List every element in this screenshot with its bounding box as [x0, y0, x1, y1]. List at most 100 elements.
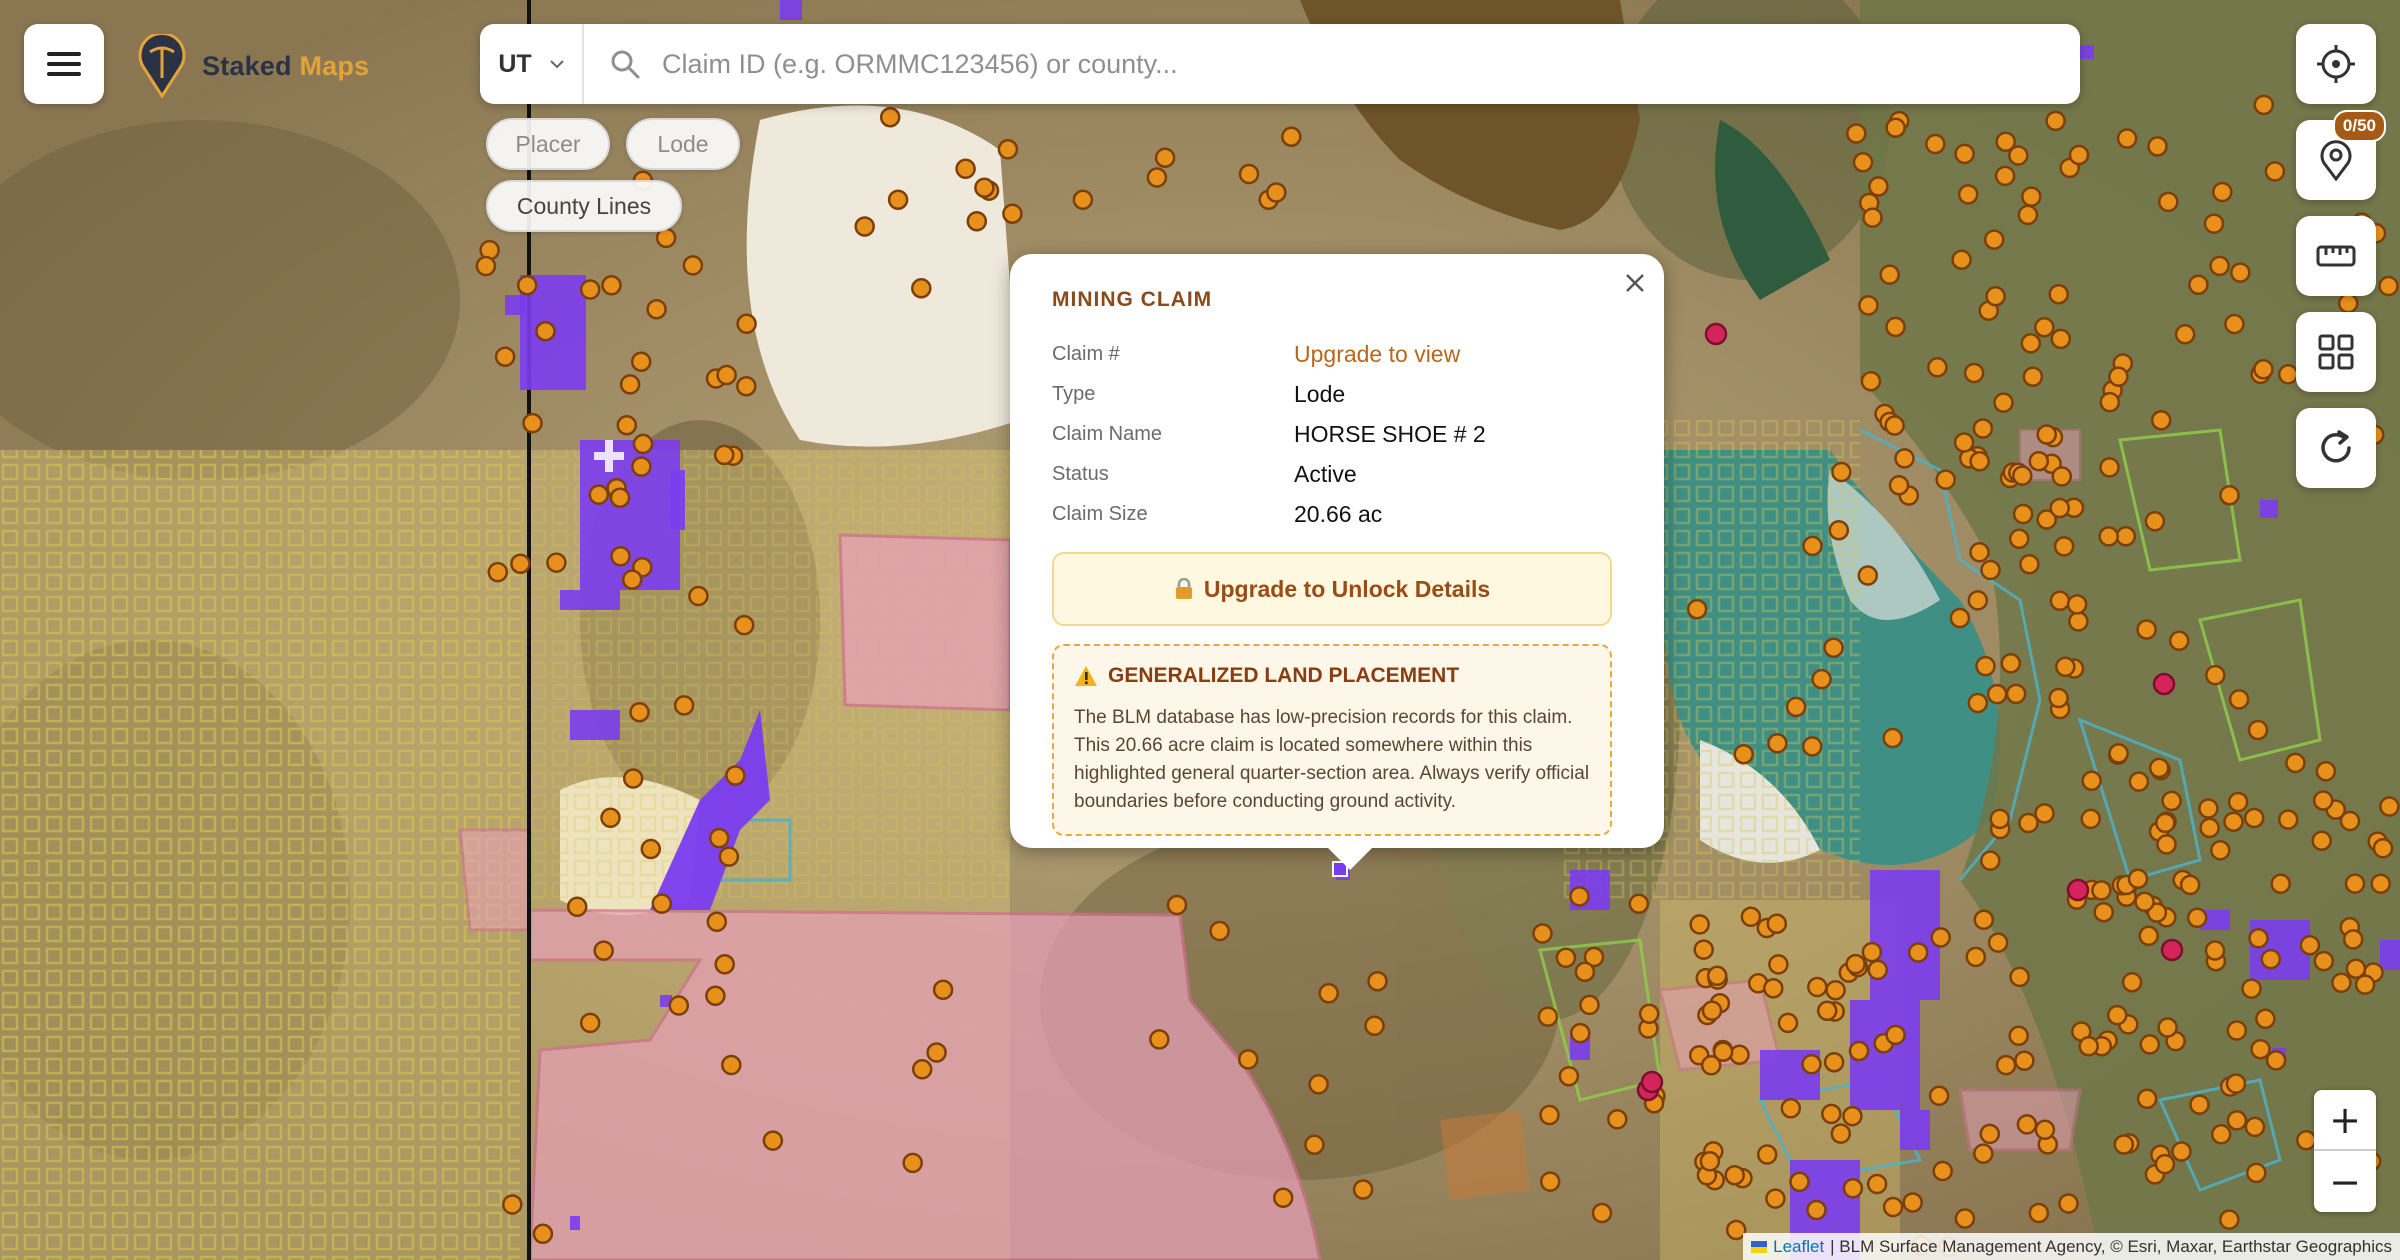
lode-claim-marker[interactable] — [2224, 313, 2245, 335]
lode-claim-marker[interactable] — [2199, 817, 2220, 839]
lode-claim-marker[interactable] — [2019, 553, 2040, 575]
lode-claim-marker[interactable] — [1885, 117, 1906, 138]
state-select[interactable]: UT — [480, 24, 584, 104]
lode-claim-marker[interactable] — [1954, 143, 1975, 165]
lode-claim-marker[interactable] — [1706, 965, 1728, 987]
lode-claim-marker[interactable] — [2034, 316, 2055, 338]
active-claim-marker[interactable] — [2066, 878, 2090, 902]
lode-claim-marker[interactable] — [2174, 324, 2196, 345]
lode-claim-marker[interactable] — [1969, 542, 1990, 563]
lode-claim-marker[interactable] — [1979, 1123, 2001, 1145]
lode-claim-marker[interactable] — [2113, 1134, 2135, 1155]
lode-claim-marker[interactable] — [2148, 757, 2170, 779]
lode-claim-marker[interactable] — [1729, 1044, 1750, 1065]
lode-claim-marker[interactable] — [2210, 1124, 2232, 1145]
lode-claim-marker[interactable] — [1821, 1103, 1842, 1125]
lode-claim-marker[interactable] — [2154, 1153, 2176, 1175]
lode-claim-marker[interactable] — [2091, 880, 2112, 901]
lode-claim-marker[interactable] — [593, 940, 614, 961]
lode-claim-marker[interactable] — [2168, 630, 2190, 652]
lode-claim-marker[interactable] — [1166, 894, 1188, 916]
lode-claim-marker[interactable] — [1766, 913, 1788, 934]
lode-claim-marker[interactable] — [733, 614, 755, 636]
lode-claim-marker[interactable] — [2285, 752, 2306, 774]
lode-claim-marker[interactable] — [2155, 812, 2176, 834]
lode-claim-marker[interactable] — [2339, 810, 2361, 832]
lode-claim-marker[interactable] — [1537, 1006, 1559, 1027]
lode-claim-marker[interactable] — [494, 346, 516, 367]
leaflet-link[interactable]: Leaflet — [1773, 1237, 1824, 1257]
lode-claim-marker[interactable] — [629, 701, 650, 723]
lode-claim-marker[interactable] — [2049, 497, 2070, 519]
lode-claim-marker[interactable] — [1555, 947, 1577, 969]
lode-claim-marker[interactable] — [2244, 1116, 2266, 1138]
lode-claim-marker[interactable] — [1995, 1054, 2017, 1076]
lode-claim-marker[interactable] — [2296, 1129, 2317, 1151]
lode-claim-marker[interactable] — [1693, 939, 1714, 960]
lode-claim-marker[interactable] — [502, 1194, 523, 1215]
filter-lode-chip[interactable]: Lode — [626, 118, 740, 170]
lode-claim-marker[interactable] — [1768, 954, 1789, 975]
lode-claim-marker[interactable] — [1965, 946, 1987, 968]
lode-claim-marker[interactable] — [2045, 110, 2066, 132]
lode-claim-marker[interactable] — [2203, 213, 2225, 234]
lode-claim-marker[interactable] — [2204, 940, 2226, 961]
lode-claim-marker[interactable] — [1628, 893, 1650, 914]
lode-claim-marker[interactable] — [736, 313, 757, 335]
lode-claim-marker[interactable] — [2134, 891, 2155, 913]
lode-claim-marker[interactable] — [926, 1042, 947, 1063]
lode-claim-marker[interactable] — [1860, 370, 1882, 392]
lode-claim-marker[interactable] — [2264, 161, 2286, 182]
lode-claim-marker[interactable] — [2127, 868, 2149, 889]
lode-claim-marker[interactable] — [588, 484, 610, 505]
lode-claim-marker[interactable] — [887, 189, 909, 210]
lode-claim-marker[interactable] — [1972, 418, 1994, 439]
lode-claim-marker[interactable] — [2136, 1088, 2158, 1110]
upgrade-to-view-link[interactable]: Upgrade to view — [1294, 341, 1460, 368]
lode-claim-marker[interactable] — [2209, 255, 2230, 277]
lode-claim-marker[interactable] — [601, 275, 622, 296]
lode-claim-marker[interactable] — [966, 210, 988, 232]
lode-claim-marker[interactable] — [579, 1012, 601, 1034]
lode-claim-marker[interactable] — [2246, 1162, 2267, 1184]
lode-claim-marker[interactable] — [2337, 293, 2359, 314]
lode-claim-marker[interactable] — [1699, 1151, 1721, 1172]
lode-claim-marker[interactable] — [713, 444, 735, 466]
lode-claim-marker[interactable] — [2331, 972, 2352, 993]
lode-claim-marker[interactable] — [2008, 528, 2030, 550]
lode-claim-marker[interactable] — [2000, 653, 2022, 674]
lode-claim-marker[interactable] — [974, 177, 995, 198]
lode-claim-marker[interactable] — [532, 1223, 554, 1245]
lode-claim-marker[interactable] — [2230, 262, 2251, 283]
lode-claim-marker[interactable] — [714, 954, 735, 975]
active-claim-marker[interactable] — [1640, 1070, 1664, 1094]
lode-claim-marker[interactable] — [2253, 94, 2275, 116]
lode-claim-marker[interactable] — [2370, 873, 2391, 894]
lode-claim-marker[interactable] — [2008, 1025, 2029, 1047]
lode-claim-marker[interactable] — [1569, 886, 1590, 907]
lode-claim-marker[interactable] — [1237, 1049, 1259, 1070]
lode-claim-marker[interactable] — [1780, 1098, 1802, 1119]
lode-claim-marker[interactable] — [1689, 914, 1710, 935]
lode-claim-marker[interactable] — [721, 1054, 742, 1076]
locate-button[interactable] — [2296, 24, 2376, 104]
lode-claim-marker[interactable] — [600, 807, 621, 829]
brand-logo[interactable]: Staked Maps — [136, 34, 369, 98]
lode-claim-marker[interactable] — [1816, 1000, 1838, 1022]
lode-claim-marker[interactable] — [1607, 1109, 1628, 1130]
lode-claim-marker[interactable] — [1272, 1187, 1294, 1209]
lode-claim-marker[interactable] — [2247, 719, 2269, 741]
lode-claim-marker[interactable] — [622, 768, 644, 789]
lode-claim-marker[interactable] — [1209, 920, 1230, 942]
lode-claim-marker[interactable] — [1969, 451, 1990, 472]
popup-close-button[interactable] — [1620, 268, 1650, 298]
lode-claim-marker[interactable] — [2372, 838, 2394, 859]
lode-claim-marker[interactable] — [2058, 1193, 2079, 1214]
lode-claim-marker[interactable] — [1574, 961, 1596, 983]
lode-claim-marker[interactable] — [1318, 983, 1339, 1004]
lode-claim-marker[interactable] — [1980, 850, 2001, 871]
lode-claim-marker[interactable] — [706, 911, 728, 933]
lode-claim-marker[interactable] — [1801, 736, 1823, 757]
lode-claim-marker[interactable] — [1842, 1105, 1863, 1127]
lode-claim-marker[interactable] — [2345, 958, 2367, 979]
